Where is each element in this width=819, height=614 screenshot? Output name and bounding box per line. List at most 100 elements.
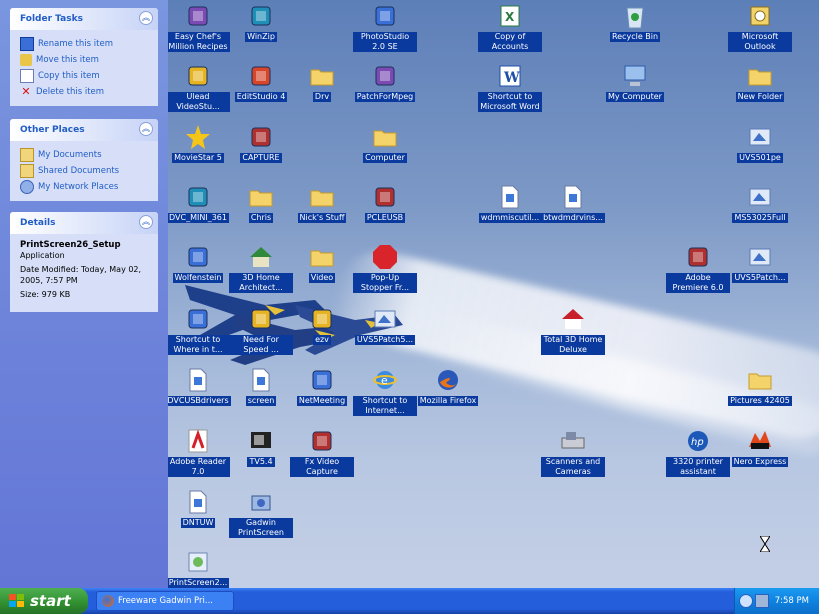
desktop-icon[interactable]: UVS501pe [728, 123, 792, 163]
desktop-icon[interactable]: Shortcut to Where in t... [166, 305, 230, 355]
clock[interactable]: 7:58 PM [775, 596, 809, 606]
taskbar-window-button[interactable]: Freeware Gadwin Pri... [96, 591, 234, 611]
desktop-icon[interactable]: CAPTURE [229, 123, 293, 163]
windows-logo-icon [9, 594, 24, 607]
desktop-icon-label: DVC_MINI_361 [167, 213, 229, 223]
desktop-icon[interactable]: TV5.4 [229, 427, 293, 467]
desktop-icon[interactable]: Scanners and Cameras [541, 427, 605, 477]
desktop-icon[interactable]: Adobe Premiere 6.0 [666, 243, 730, 293]
desktop-icon[interactable]: e Shortcut to Internet... [353, 366, 417, 416]
desktop-icon[interactable]: Drv [290, 62, 354, 102]
start-button[interactable]: start [0, 588, 88, 614]
other-places-header[interactable]: Other Places ︽ [10, 119, 158, 141]
details-header[interactable]: Details ︽ [10, 212, 158, 234]
fx-video-icon [307, 427, 337, 455]
desktop-icon-label: MS53025Full [732, 213, 788, 223]
folder-tasks-header[interactable]: Folder Tasks ︽ [10, 8, 158, 30]
desktop-icon[interactable]: Total 3D Home Deluxe [541, 305, 605, 355]
excel-file-icon: X [495, 2, 525, 30]
desktop-icon[interactable]: screen [229, 366, 293, 406]
ie-icon: e [370, 366, 400, 394]
desktop-icon[interactable]: UVS5Patch... [728, 243, 792, 283]
desktop-icon-label: DVCUSBdrivers [165, 396, 231, 406]
desktop-icon[interactable]: DVCUSBdrivers [165, 366, 231, 406]
desktop-icon[interactable]: ezv [290, 305, 354, 345]
desktop-icon[interactable]: hp 3320 printer assistant [666, 427, 730, 477]
desktop-icon-label: screen [245, 396, 277, 406]
task-copy[interactable]: Copy this item [20, 68, 148, 84]
desktop-icon[interactable]: DNTUW [166, 488, 230, 528]
desktop-icon-label: Shortcut to Where in t... [166, 335, 230, 355]
desktop-icon-label: UVS5Patch5... [354, 335, 416, 345]
my-computer-icon [620, 62, 650, 90]
collapse-chevron-icon[interactable]: ︽ [139, 11, 153, 25]
desktop-icon-label: Nick's Stuff [297, 213, 347, 223]
place-my-documents[interactable]: My Documents [20, 147, 148, 163]
tray-icon-volume[interactable] [755, 594, 769, 608]
desktop-icon[interactable]: W Shortcut to Microsoft Word [478, 62, 542, 112]
desktop-icon[interactable]: New Folder [728, 62, 792, 102]
dvc-icon [183, 183, 213, 211]
desktop-icon[interactable]: MovieStar 5 [166, 123, 230, 163]
desktop-icon[interactable]: Mozilla Firefox [416, 366, 480, 406]
move-icon [20, 54, 32, 66]
desktop-icon[interactable]: Need For Speed ... [229, 305, 293, 355]
desktop-icon[interactable]: PhotoStudio 2.0 SE [353, 2, 417, 52]
details-date-modified: Date Modified: Today, May 02, 2005, 7:57… [20, 265, 142, 285]
task-rename[interactable]: Rename this item [20, 36, 148, 52]
place-my-network[interactable]: My Network Places [20, 179, 148, 195]
desktop-icon[interactable]: PCLEUSB [353, 183, 417, 223]
desktop-icon[interactable]: NetMeeting [290, 366, 354, 406]
desktop-icon[interactable]: btwdmdrvins... [541, 183, 605, 223]
desktop-icon[interactable]: Ulead VideoStu... [166, 62, 230, 112]
desktop-icon[interactable]: Adobe Reader 7.0 [166, 427, 230, 477]
tray-icon-network[interactable] [739, 594, 753, 608]
desktop-icon[interactable]: DVC_MINI_361 [166, 183, 230, 223]
desktop-icon-label: Easy Chef's Million Recipes [166, 32, 230, 52]
desktop-icon[interactable]: Microsoft Outlook [728, 2, 792, 52]
desktop-icon[interactable]: Nick's Stuff [290, 183, 354, 223]
desktop-icon[interactable]: UVS5Patch5... [353, 305, 417, 345]
desktop-icon[interactable]: Pop-Up Stopper Fr... [353, 243, 417, 293]
desktop-icon[interactable]: Nero Express [728, 427, 792, 467]
desktop-icon-label: Shortcut to Microsoft Word [478, 92, 542, 112]
firefox-icon [102, 595, 114, 607]
task-move[interactable]: Move this item [20, 52, 148, 68]
desktop-icon[interactable]: Computer [353, 123, 417, 163]
desktop-icon-label: Shortcut to Internet... [353, 396, 417, 416]
outlook-icon [745, 2, 775, 30]
svg-text:W: W [503, 70, 520, 86]
desktop-icon-label: Computer [363, 153, 407, 163]
tv-icon [246, 427, 276, 455]
desktop-icon[interactable]: X Copy of Accounts [478, 2, 542, 52]
desktop-icon[interactable]: Gadwin PrintScreen [229, 488, 293, 538]
desktop-icon[interactable]: Wolfenstein [166, 243, 230, 283]
desktop-icon[interactable]: PrintScreen2... [166, 548, 230, 588]
desktop-icon[interactable]: Chris [229, 183, 293, 223]
desktop-icon-label: Recycle Bin [609, 32, 661, 42]
desktop-icon[interactable]: Recycle Bin [603, 2, 667, 42]
place-my-network-label: My Network Places [38, 182, 119, 192]
installer-icon [745, 243, 775, 271]
desktop-icon[interactable]: MS53025Full [728, 183, 792, 223]
desktop-icon[interactable]: Easy Chef's Million Recipes [166, 2, 230, 52]
desktop-icon[interactable]: Pictures 42405 [728, 366, 792, 406]
collapse-chevron-icon[interactable]: ︽ [139, 122, 153, 136]
desktop-icon[interactable]: EditStudio 4 [229, 62, 293, 102]
collapse-chevron-icon[interactable]: ︽ [139, 215, 153, 229]
desktop-icon[interactable]: Fx Video Capture [290, 427, 354, 477]
my-documents-icon [20, 148, 34, 162]
desktop-icon[interactable]: WinZip [229, 2, 293, 42]
desktop-icon[interactable]: wdmmiscutil... [478, 183, 542, 223]
task-move-label: Move this item [36, 55, 99, 65]
premiere-icon [683, 243, 713, 271]
desktop-icon[interactable]: PatchForMpeg [353, 62, 417, 102]
shared-documents-icon [20, 164, 34, 178]
folder-icon [745, 62, 775, 90]
place-shared-documents[interactable]: Shared Documents [20, 163, 148, 179]
desktop-icon[interactable]: My Computer [603, 62, 667, 102]
task-delete[interactable]: ✕ Delete this item [20, 84, 148, 100]
desktop-icon[interactable]: 3D Home Architect... [229, 243, 293, 293]
desktop-icon[interactable]: Video [290, 243, 354, 283]
folder-tasks-title: Folder Tasks [20, 14, 83, 24]
